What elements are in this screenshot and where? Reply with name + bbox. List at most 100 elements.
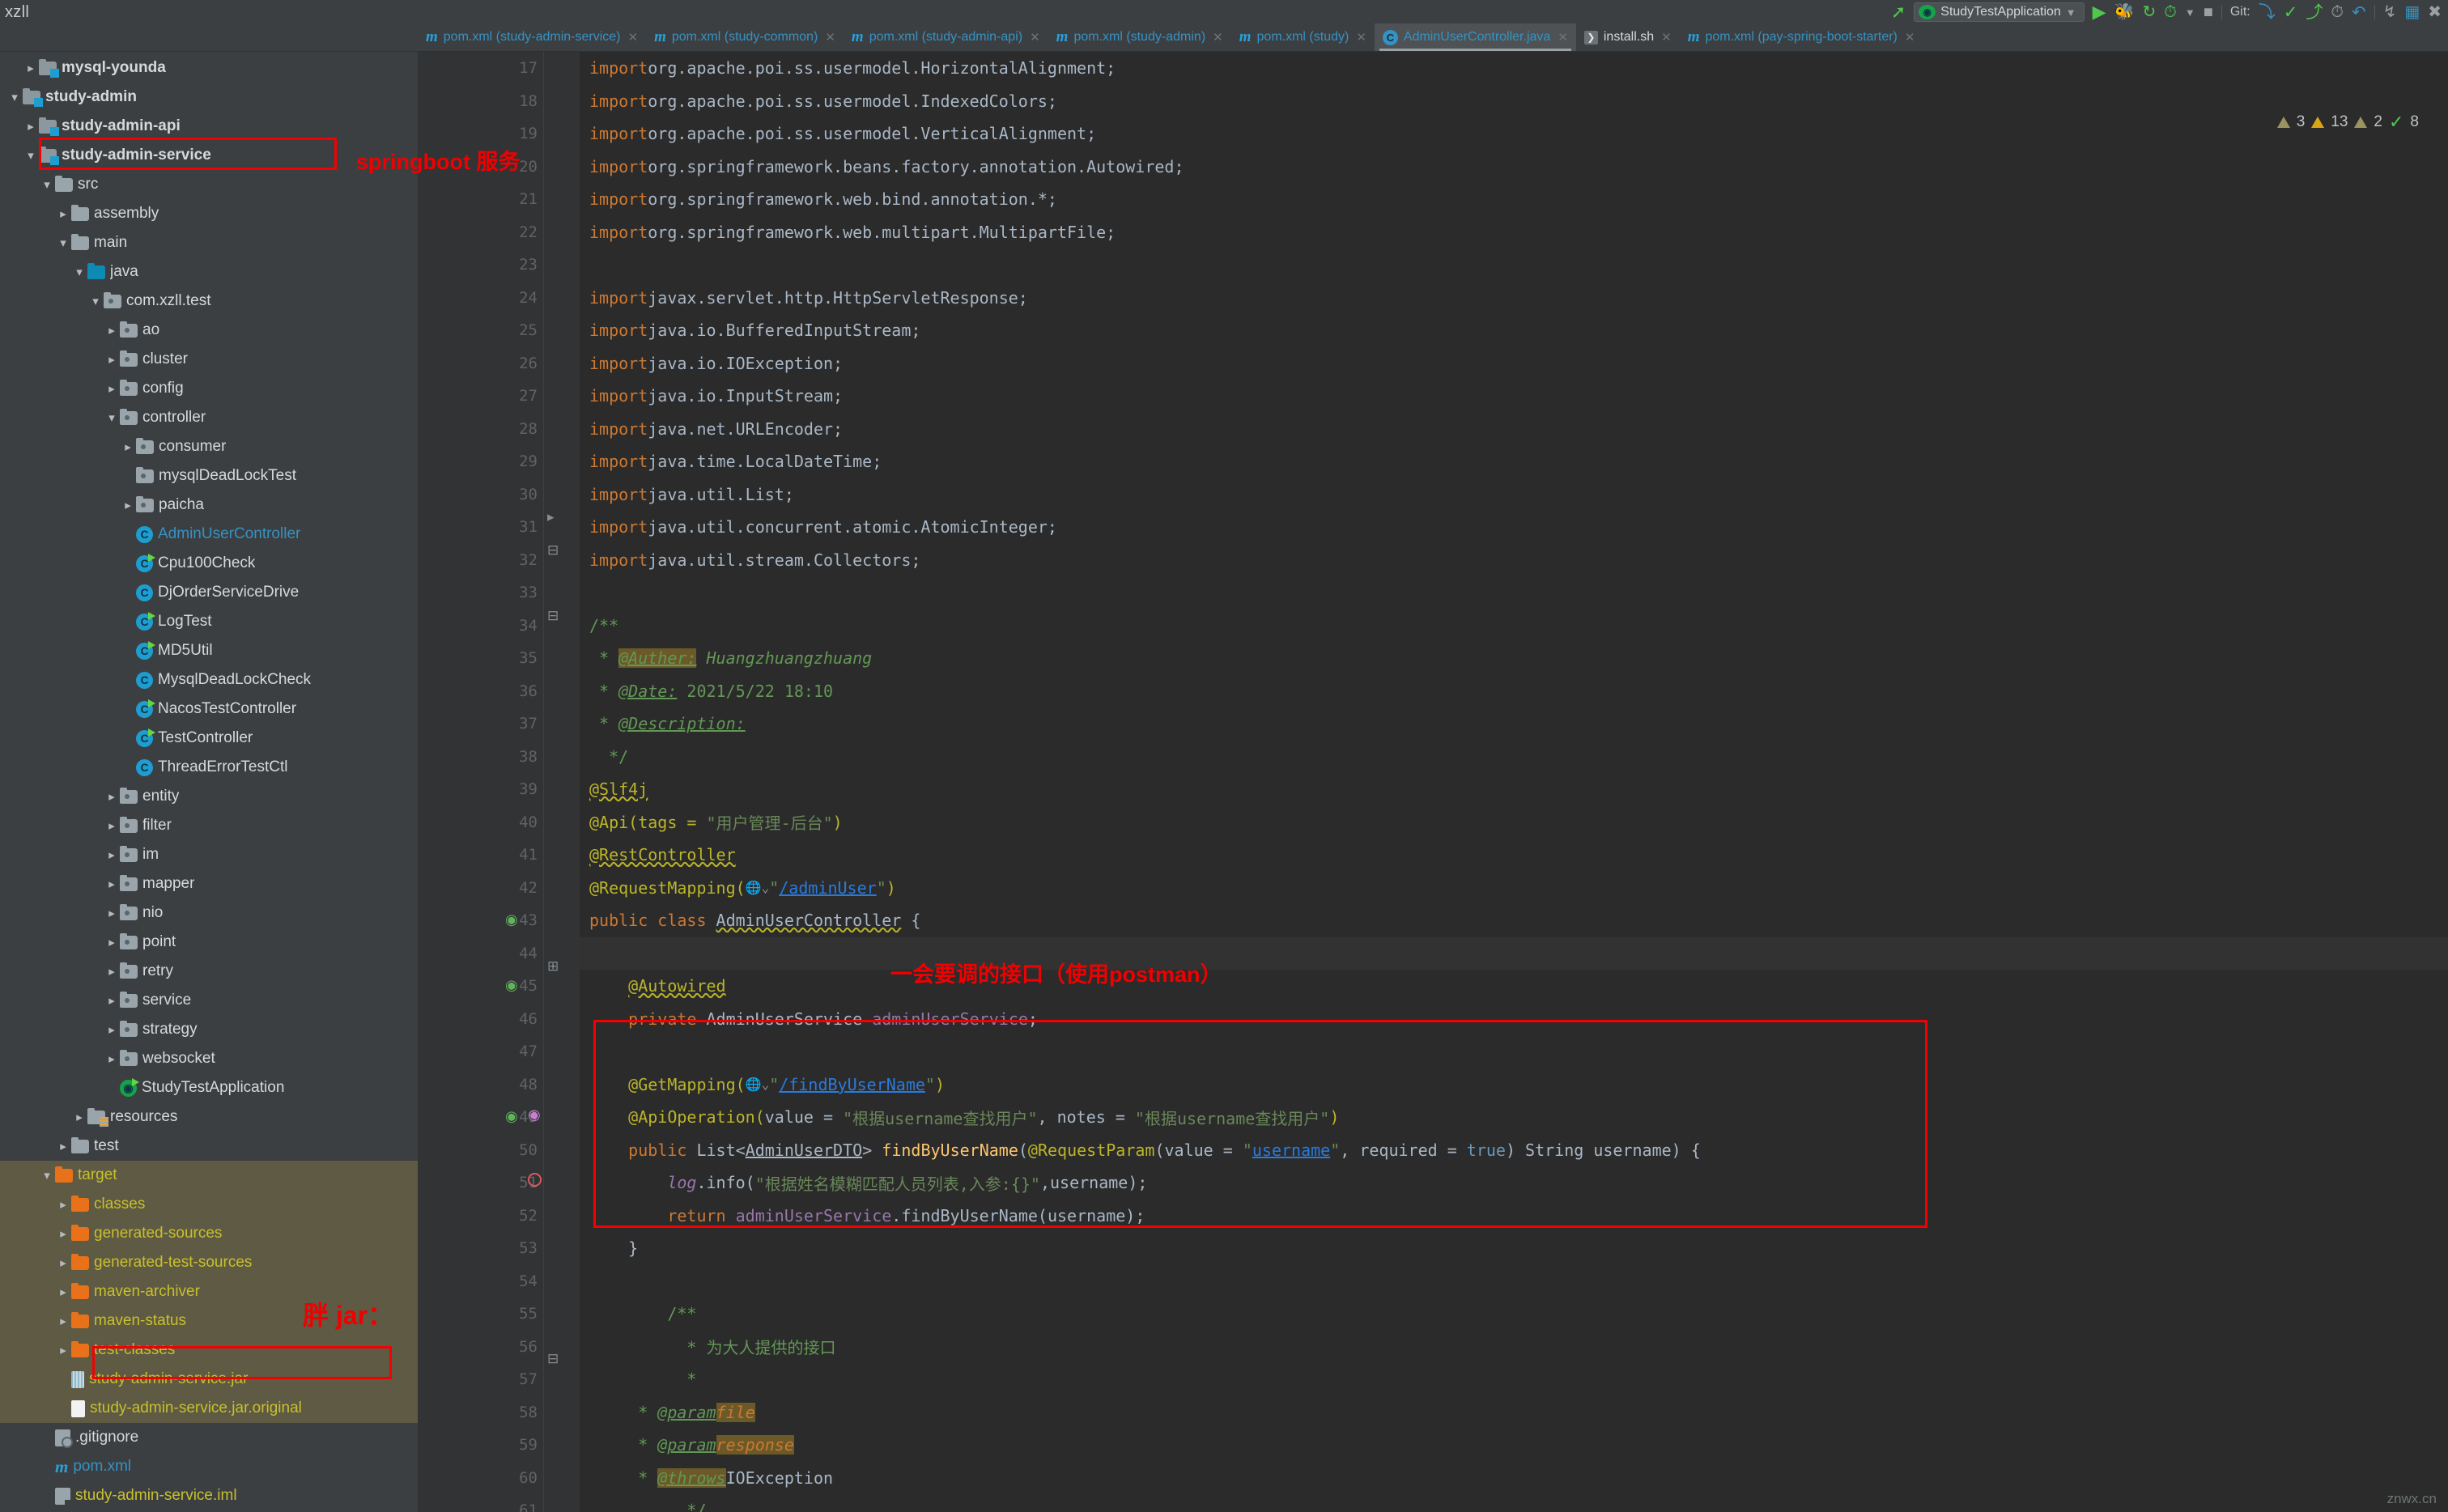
tree-item[interactable]: ▸ cluster xyxy=(0,345,418,374)
tree-item[interactable]: ▸ websocket xyxy=(0,1044,418,1073)
editor-tab[interactable]: m pom.xml (study-admin-service) ✕ xyxy=(418,23,646,51)
tree-item[interactable]: C LogTest xyxy=(0,607,418,636)
editor-tab[interactable]: ❯ install.sh ✕ xyxy=(1576,23,1680,51)
code-line[interactable]: * @Auther: Huangzhuangzhuang xyxy=(580,642,2448,675)
code-line[interactable]: import java.net.URLEncoder; xyxy=(580,413,2448,446)
code-line[interactable]: * @throws IOException xyxy=(580,1462,2448,1495)
close-icon[interactable]: ✕ xyxy=(1905,30,1915,45)
code-line[interactable]: import org.springframework.web.multipart.… xyxy=(580,216,2448,249)
editor-tab[interactable]: m pom.xml (study-admin) ✕ xyxy=(1048,23,1231,51)
tree-expand-arrow[interactable]: ▸ xyxy=(23,61,39,75)
tree-expand-arrow[interactable]: ▾ xyxy=(87,294,104,308)
editor-tab[interactable]: m pom.xml (study-admin-api) ✕ xyxy=(844,23,1048,51)
tree-item[interactable]: ▸ mapper xyxy=(0,869,418,898)
tree-item[interactable]: ▸ service xyxy=(0,986,418,1015)
gutter-run-class-icon[interactable]: ◉ xyxy=(505,911,518,928)
code-line[interactable]: */ xyxy=(580,1494,2448,1512)
code-line[interactable]: import java.util.List; xyxy=(580,478,2448,512)
tree-item[interactable]: ▾ study-admin xyxy=(0,83,418,112)
code-line[interactable]: import org.apache.poi.ss.usermodel.Indexe… xyxy=(580,85,2448,118)
tree-item[interactable]: ▸ ao xyxy=(0,316,418,345)
git-push-icon[interactable]: ⤴ xyxy=(2306,4,2323,21)
tree-expand-arrow[interactable]: ▾ xyxy=(55,236,71,250)
tree-item[interactable]: ▸ im xyxy=(0,840,418,869)
tree-item[interactable]: mysqlDeadLockTest xyxy=(0,461,418,491)
tree-item[interactable]: ▾ target xyxy=(0,1161,418,1190)
tree-item[interactable]: ▸ nio xyxy=(0,898,418,928)
editor-tab[interactable]: m pom.xml (study-common) ✕ xyxy=(646,23,844,51)
tree-item[interactable]: C MysqlDeadLockCheck xyxy=(0,665,418,694)
code-line[interactable]: @Api(tags = "用户管理-后台") xyxy=(580,806,2448,839)
tree-expand-arrow[interactable]: ▸ xyxy=(55,1139,71,1153)
code-line[interactable]: * xyxy=(580,1363,2448,1396)
fold-marker-imports[interactable]: ▸ xyxy=(547,509,555,525)
tree-expand-arrow[interactable]: ▸ xyxy=(23,119,39,134)
fold-marker-collapse[interactable]: ⊟ xyxy=(547,542,559,559)
code-line[interactable]: import java.io.IOException; xyxy=(580,347,2448,380)
tree-expand-arrow[interactable]: ▸ xyxy=(104,789,120,804)
editor-tab[interactable]: m pom.xml (pay-spring-boot-starter) ✕ xyxy=(1680,23,1923,51)
inspection-summary[interactable]: 3 13 2 ✓ 8 xyxy=(2276,112,2419,133)
tree-item[interactable]: study-admin-service.jar.original xyxy=(0,1394,418,1423)
close-icon[interactable]: ✕ xyxy=(1213,30,1223,45)
tree-expand-arrow[interactable]: ▸ xyxy=(55,1285,71,1299)
code-line[interactable]: public class AdminUserController { xyxy=(580,904,2448,937)
tree-expand-arrow[interactable]: ▸ xyxy=(55,206,71,221)
tree-expand-arrow[interactable]: ▸ xyxy=(104,1051,120,1066)
run-configuration-selector[interactable]: ◉ StudyTestApplication ▼ xyxy=(1914,2,2085,22)
tree-item[interactable]: C MD5Util xyxy=(0,636,418,665)
git-update-icon[interactable]: ⤵ xyxy=(2259,4,2276,21)
code-line[interactable]: */ xyxy=(580,741,2448,774)
code-line[interactable]: /** xyxy=(580,1298,2448,1331)
code-line[interactable]: import org.apache.poi.ss.usermodel.Vertic… xyxy=(580,117,2448,151)
tree-item[interactable]: ▸ assembly xyxy=(0,199,418,228)
code-line[interactable] xyxy=(580,248,2448,282)
code-line[interactable]: /** xyxy=(580,609,2448,643)
fold-marker-javadoc[interactable]: ⊟ xyxy=(547,608,559,624)
tree-expand-arrow[interactable]: ▾ xyxy=(104,410,120,425)
close-icon[interactable]: ✕ xyxy=(1030,30,1040,45)
tree-item[interactable]: ▸ resources xyxy=(0,1102,418,1132)
tree-expand-arrow[interactable]: ▸ xyxy=(104,323,120,338)
tree-expand-arrow[interactable]: ▸ xyxy=(55,1226,71,1241)
code-line[interactable]: import javax.servlet.http.HttpServletResp… xyxy=(580,282,2448,315)
tree-expand-arrow[interactable]: ▾ xyxy=(71,265,87,279)
tree-item[interactable]: C AdminUserController xyxy=(0,520,418,549)
code-line[interactable]: @RequestMapping(🌐⌄ "/adminUser ") xyxy=(580,872,2448,905)
revert-icon[interactable]: ↶ xyxy=(2352,4,2366,21)
tree-item[interactable]: ▸ entity xyxy=(0,782,418,811)
tree-expand-arrow[interactable]: ▸ xyxy=(104,381,120,396)
stop-icon[interactable]: ■ xyxy=(2204,4,2213,20)
run-icon[interactable]: ▶ xyxy=(2093,3,2106,21)
tree-item[interactable]: ▸ point xyxy=(0,928,418,957)
fold-marker-javadoc-2[interactable]: ⊟ xyxy=(547,1351,559,1367)
tree-item[interactable]: ▸ test xyxy=(0,1132,418,1161)
code-line[interactable]: import java.util.stream.Collectors; xyxy=(580,544,2448,577)
tree-item[interactable]: ▸ classes xyxy=(0,1190,418,1219)
code-line[interactable]: @Autowired xyxy=(580,970,2448,1003)
tree-expand-arrow[interactable]: ▸ xyxy=(104,877,120,891)
tree-expand-arrow[interactable]: ▸ xyxy=(55,1343,71,1357)
code-line[interactable]: * @param response xyxy=(580,1429,2448,1462)
history-icon[interactable]: ⏱ xyxy=(2331,4,2344,20)
tree-expand-arrow[interactable]: ▸ xyxy=(120,440,136,454)
debug-icon[interactable]: 🐝 xyxy=(2114,4,2135,20)
code-line[interactable] xyxy=(580,1265,2448,1298)
code-line[interactable]: * @Date: 2021/5/22 18:10 xyxy=(580,675,2448,708)
tree-item[interactable]: ▸ paicha xyxy=(0,491,418,520)
code-line[interactable]: @RestController xyxy=(580,839,2448,872)
code-line[interactable]: import java.util.concurrent.atomic.Atomic… xyxy=(580,511,2448,544)
tree-item[interactable]: C TestController xyxy=(0,724,418,753)
build-icon[interactable]: ➚ xyxy=(1891,3,1906,21)
tree-item[interactable]: ▸ study-admin-api xyxy=(0,112,418,141)
code-line[interactable]: import org.apache.poi.ss.usermodel.Horizo… xyxy=(580,52,2448,85)
git-commit-icon[interactable]: ✓ xyxy=(2284,4,2298,21)
tree-expand-arrow[interactable]: ▸ xyxy=(104,906,120,920)
tree-expand-arrow[interactable]: ▸ xyxy=(104,993,120,1008)
code-line[interactable]: import org.springframework.web.bind.annot… xyxy=(580,183,2448,216)
tree-expand-arrow[interactable]: ▾ xyxy=(23,148,39,163)
tree-expand-arrow[interactable]: ▸ xyxy=(104,847,120,862)
close-icon[interactable]: ✕ xyxy=(628,30,639,45)
tree-expand-arrow[interactable]: ▸ xyxy=(104,818,120,833)
tree-item[interactable]: ▸ retry xyxy=(0,957,418,986)
